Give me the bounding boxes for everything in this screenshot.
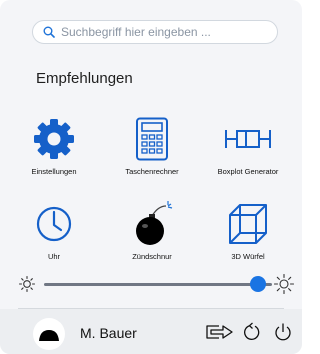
brightness-slider-row [18,274,298,294]
app-uhr[interactable]: Uhr [8,200,100,270]
app-taschenrechner[interactable]: Taschenrechner [106,115,198,185]
app-label: 3D Würfel [231,252,265,261]
clock-icon [36,206,72,242]
logout-icon [206,325,233,339]
bomb-icon [136,201,173,245]
brightness-slider-handle[interactable] [250,276,267,292]
gear-icon [34,119,74,159]
section-title: Empfehlungen [36,70,133,87]
user-avatar-icon [39,330,59,341]
boxplot-icon [225,130,271,148]
app-label: Uhr [47,252,61,261]
app-einstellungen[interactable]: Einstellungen [8,115,100,185]
user-footer: M. Bauer [0,309,302,354]
app-zuendschnur[interactable]: Zündschnur [106,200,198,270]
app-label: Einstellungen [31,167,77,176]
power-button[interactable] [271,320,295,344]
calculator-icon [136,117,168,161]
app-label: Taschenrechner [125,167,179,176]
user-name: M. Bauer [80,325,137,341]
brightness-low-icon [18,275,36,293]
app-boxplot-generator[interactable]: Boxplot Generator [202,115,294,185]
cube-icon [229,204,267,244]
search-box[interactable] [32,20,278,44]
launcher-panel: Empfehlungen Einstellungen [0,0,302,354]
avatar[interactable] [33,318,65,350]
restart-icon [244,322,260,340]
brightness-track[interactable] [44,283,272,286]
app-label: Zündschnur [132,252,172,261]
restart-button[interactable] [240,320,264,344]
app-label: Boxplot Generator [217,167,279,176]
app-3d-wuerfel[interactable]: 3D Würfel [202,200,294,270]
power-icon [275,323,291,341]
logout-button[interactable] [206,320,234,344]
brightness-high-icon [274,274,294,294]
search-input[interactable] [61,25,261,39]
search-icon [43,26,55,38]
